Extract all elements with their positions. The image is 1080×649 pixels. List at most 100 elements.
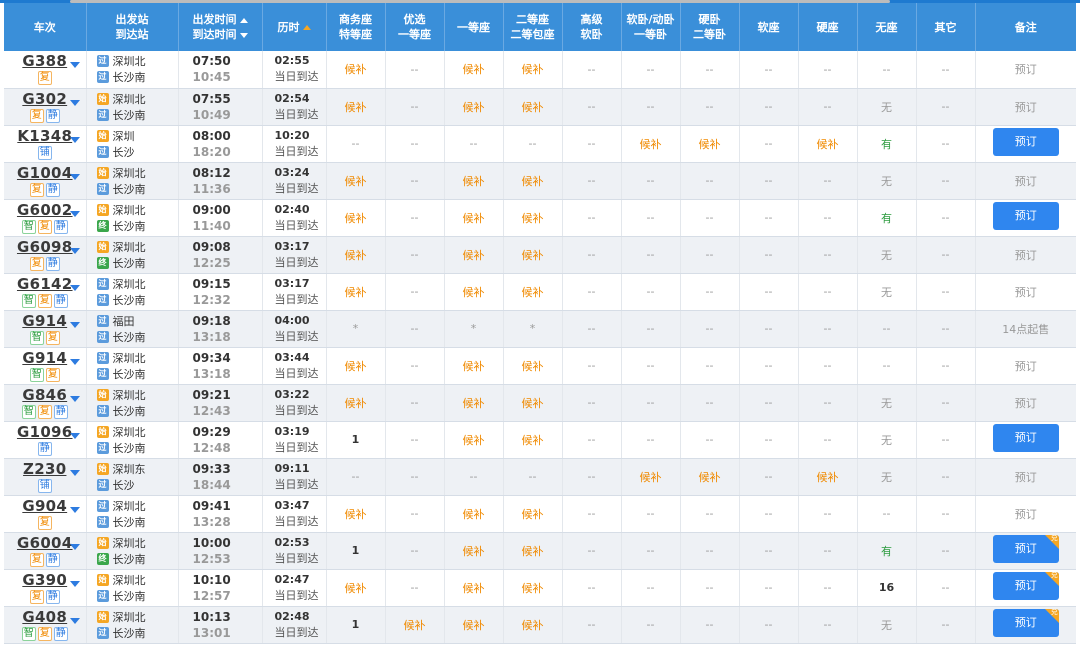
seat-availability[interactable]: 候补 xyxy=(463,434,485,447)
seat-availability[interactable]: 候补 xyxy=(345,101,367,114)
seat-cell[interactable]: 候补 xyxy=(502,199,562,237)
seat-cell[interactable]: 候补 xyxy=(443,273,503,311)
seat-availability[interactable]: 候补 xyxy=(345,63,367,76)
seat-availability[interactable]: 候补 xyxy=(463,175,485,188)
seat-cell[interactable]: 候补 xyxy=(502,273,562,311)
seat-availability[interactable]: 候补 xyxy=(640,138,662,151)
seat-cell[interactable]: 候补 xyxy=(384,606,444,644)
book-button[interactable]: 预订 xyxy=(992,128,1059,156)
seat-availability[interactable]: 候补 xyxy=(345,582,367,595)
seat-availability[interactable]: 候补 xyxy=(463,286,485,299)
chevron-down-icon[interactable] xyxy=(69,210,80,217)
seat-availability[interactable]: 候补 xyxy=(345,397,367,410)
seat-cell[interactable]: 候补 xyxy=(325,569,385,607)
seat-cell[interactable]: 候补 xyxy=(443,88,503,126)
seat-cell[interactable]: 候补 xyxy=(502,51,562,89)
seat-availability[interactable]: 候补 xyxy=(345,212,367,225)
sort-up-icon[interactable] xyxy=(239,17,248,23)
seat-cell[interactable]: 候补 xyxy=(325,88,385,126)
chevron-down-icon[interactable] xyxy=(69,580,80,587)
seat-availability[interactable]: 候补 xyxy=(522,175,544,188)
seat-availability[interactable]: 候补 xyxy=(463,397,485,410)
train-number-link[interactable]: G388 xyxy=(22,53,67,70)
train-number-link[interactable]: G1096 xyxy=(17,423,73,441)
seat-cell[interactable]: 候补 xyxy=(679,458,739,496)
chevron-down-icon[interactable] xyxy=(69,432,80,439)
seat-cell[interactable]: 候补 xyxy=(325,273,385,311)
seat-availability[interactable]: 候补 xyxy=(522,508,544,521)
chevron-down-icon[interactable] xyxy=(69,543,80,550)
chevron-down-icon[interactable] xyxy=(69,136,80,143)
train-number-link[interactable]: G6142 xyxy=(17,275,73,293)
seat-cell[interactable]: 候补 xyxy=(502,606,562,644)
seat-availability[interactable]: 候补 xyxy=(463,582,485,595)
seat-cell[interactable]: 候补 xyxy=(502,347,562,385)
seat-availability[interactable]: 候补 xyxy=(817,138,839,151)
train-number-link[interactable]: G390 xyxy=(22,571,67,589)
seat-availability[interactable]: 候补 xyxy=(345,175,367,188)
seat-availability[interactable]: 候补 xyxy=(463,212,485,225)
seat-availability[interactable]: 候补 xyxy=(345,286,367,299)
seat-availability[interactable]: 候补 xyxy=(699,138,721,151)
book-button[interactable]: 预订 xyxy=(992,424,1059,452)
book-button[interactable]: 预订兑 xyxy=(992,609,1059,637)
chevron-down-icon[interactable] xyxy=(69,62,80,68)
seat-cell[interactable]: 候补 xyxy=(325,236,385,274)
chevron-down-icon[interactable] xyxy=(69,247,80,254)
seat-cell[interactable]: 候补 xyxy=(443,51,503,89)
seat-cell[interactable]: 候补 xyxy=(502,569,562,607)
chevron-down-icon[interactable] xyxy=(69,284,80,291)
train-number-link[interactable]: G846 xyxy=(22,386,67,404)
seat-cell[interactable]: 候补 xyxy=(443,236,503,274)
seat-cell[interactable]: 候补 xyxy=(325,495,385,533)
seat-cell[interactable]: 候补 xyxy=(443,495,503,533)
seat-cell[interactable]: 候补 xyxy=(325,384,385,422)
seat-cell[interactable]: 候补 xyxy=(325,51,385,89)
seat-availability[interactable]: 候补 xyxy=(522,286,544,299)
seat-availability[interactable]: 候补 xyxy=(522,397,544,410)
seat-availability[interactable]: 候补 xyxy=(463,508,485,521)
seat-cell[interactable]: 候补 xyxy=(325,347,385,385)
seat-availability[interactable]: 候补 xyxy=(463,249,485,262)
seat-cell[interactable]: 候补 xyxy=(443,606,503,644)
seat-cell[interactable]: 候补 xyxy=(502,384,562,422)
seat-availability[interactable]: 候补 xyxy=(522,545,544,558)
seat-cell[interactable]: 候补 xyxy=(797,458,857,496)
seat-availability[interactable]: 候补 xyxy=(463,360,485,373)
seat-availability[interactable]: 候补 xyxy=(463,619,485,632)
book-button[interactable]: 预订 xyxy=(992,202,1059,230)
train-number-link[interactable]: G904 xyxy=(22,497,67,515)
seat-availability[interactable]: 候补 xyxy=(463,63,485,76)
seat-availability[interactable]: 候补 xyxy=(522,63,544,76)
seat-cell[interactable]: 候补 xyxy=(443,569,503,607)
seat-cell[interactable]: 候补 xyxy=(620,458,680,496)
seat-availability[interactable]: 候补 xyxy=(522,582,544,595)
seat-cell[interactable]: 候补 xyxy=(325,199,385,237)
seat-cell[interactable]: 候补 xyxy=(679,125,739,163)
train-number-link[interactable]: G1004 xyxy=(17,164,73,182)
book-button[interactable]: 预订兑 xyxy=(992,572,1059,600)
train-number-link[interactable]: G6004 xyxy=(17,534,73,552)
chevron-down-icon[interactable] xyxy=(69,617,80,624)
seat-cell[interactable]: 候补 xyxy=(502,88,562,126)
train-number-link[interactable]: G6098 xyxy=(17,238,73,256)
seat-cell[interactable]: 候补 xyxy=(443,162,503,200)
chevron-down-icon[interactable] xyxy=(69,395,80,402)
seat-cell[interactable]: 候补 xyxy=(443,384,503,422)
train-number-link[interactable]: G6002 xyxy=(17,201,73,219)
seat-cell[interactable]: 候补 xyxy=(620,125,680,163)
seat-availability[interactable]: 候补 xyxy=(522,619,544,632)
train-number-link[interactable]: G408 xyxy=(22,608,67,626)
seat-cell[interactable]: 候补 xyxy=(502,162,562,200)
col-duration[interactable]: 历时 xyxy=(261,3,326,51)
book-button[interactable]: 预订兑 xyxy=(992,535,1059,563)
seat-cell[interactable]: 候补 xyxy=(502,421,562,459)
train-number-link[interactable]: G914 xyxy=(22,312,67,330)
seat-availability[interactable]: 候补 xyxy=(817,471,839,484)
seat-availability[interactable]: 候补 xyxy=(345,360,367,373)
chevron-down-icon[interactable] xyxy=(69,506,80,513)
chevron-down-icon[interactable] xyxy=(69,358,80,365)
chevron-down-icon[interactable] xyxy=(69,321,80,328)
train-number-link[interactable]: G302 xyxy=(22,90,67,108)
seat-availability[interactable]: 候补 xyxy=(404,619,426,632)
